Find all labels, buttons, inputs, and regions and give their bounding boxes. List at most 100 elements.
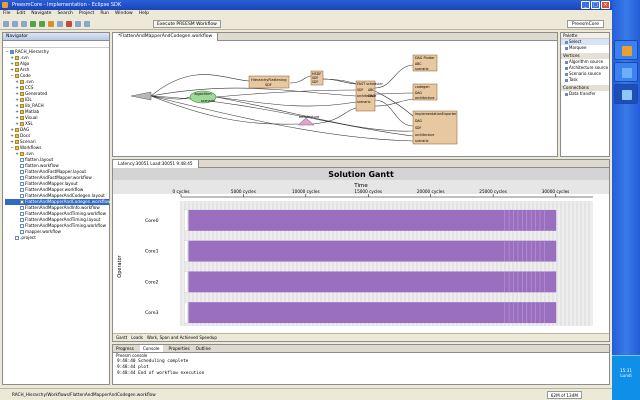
connection-icon [565, 92, 568, 96]
gantt-ylabel: Operator [117, 254, 123, 277]
debug-icon[interactable] [30, 20, 36, 27]
taskbar-button[interactable] [614, 40, 638, 60]
expand-toggle-icon[interactable]: + [15, 121, 19, 127]
new-icon[interactable] [3, 20, 9, 27]
tray-icons [612, 360, 640, 368]
folder-icon [20, 104, 24, 108]
x-tick-label: 5000 cycles [231, 189, 256, 194]
row-start-marker [184, 240, 188, 262]
stop-icon[interactable] [66, 20, 72, 27]
editor-tab[interactable]: *FlattenAndMapperAndCodegen.workflow [113, 33, 219, 41]
row-start-marker [184, 271, 188, 293]
workflow-canvas[interactable]: algorithm scenario architecture Hierarch… [113, 41, 557, 156]
palette-task[interactable]: Task [561, 77, 609, 83]
operator-label: Core2 [145, 279, 159, 285]
external-tools-icon[interactable] [48, 20, 54, 27]
menu-edit[interactable]: Edit [17, 10, 26, 18]
back-icon[interactable] [75, 20, 81, 27]
architecture-node-label: architecture [299, 115, 320, 119]
palette-view: Palette Select Marquee Vertices Algorith… [560, 32, 610, 157]
file-icon [15, 236, 19, 240]
workflow-source-node[interactable] [130, 91, 152, 101]
tab-outline[interactable]: Outline [196, 345, 211, 352]
menu-file[interactable]: File [3, 10, 11, 18]
expand-toggle-icon[interactable]: − [5, 49, 9, 55]
file-icon [20, 206, 24, 210]
menu-run[interactable]: Run [100, 10, 109, 18]
navigator-header: Navigator [3, 33, 109, 41]
fast-port-abc: ABC [368, 88, 375, 92]
x-tick-label: 0 cycles [173, 189, 190, 194]
status-path: RACH_Hierarchy/Workflows/FlattenAndMappe… [12, 392, 156, 397]
file-icon [20, 176, 24, 180]
tab-progress[interactable]: Progress [116, 345, 134, 352]
palette-data-transfer[interactable]: Data transfer [561, 91, 609, 97]
dag-plotter-port-scenario: scenario [415, 67, 429, 71]
hsdf-port-out: SDF [312, 80, 318, 84]
file-icon [20, 188, 24, 192]
maximize-button[interactable]: □ [591, 1, 600, 9]
file-icon [20, 200, 24, 204]
folder-icon [15, 68, 19, 72]
save-icon[interactable] [12, 20, 18, 27]
folder-icon [20, 80, 24, 84]
fast-scheduler-title: FAST scheduler [357, 82, 383, 86]
window-icon [622, 68, 632, 78]
minimize-button[interactable]: _ [581, 1, 590, 9]
file-icon [20, 194, 24, 198]
expand-toggle-icon[interactable]: + [15, 151, 19, 157]
implementation-exporter-title: ImplementationExporter [415, 112, 457, 116]
perspective-switcher[interactable]: PreesmCore [566, 20, 604, 28]
file-icon [20, 218, 24, 222]
forward-icon[interactable] [84, 20, 90, 27]
expand-toggle-icon[interactable]: − [10, 145, 14, 151]
menu-search[interactable]: Search [57, 10, 72, 18]
taskbar-button[interactable] [614, 84, 638, 104]
gantt-tab[interactable]: Latency:30051 Load:30051 9:48:45 [113, 160, 199, 168]
taskbar-button[interactable] [614, 62, 638, 82]
x-tick-label: 25000 cycles [479, 189, 507, 194]
eclipse-window: PreesmCore - Implementation - Eclipse SD… [0, 0, 612, 400]
architecture-source-icon [565, 66, 568, 70]
eclipse-icon [622, 46, 632, 56]
expand-toggle-icon[interactable]: − [10, 73, 14, 79]
search-icon[interactable] [57, 20, 63, 27]
run-icon[interactable] [39, 20, 45, 27]
tab-speedup[interactable]: Work, Span and Achieved Speedup [147, 334, 217, 341]
gantt-view: Latency:30051 Load:30051 9:48:45 Solutio… [112, 159, 610, 342]
navigator-view: Navigator − RACH_Hierarchy + .svn + Algo + Arch… [2, 32, 111, 385]
navigator-tree-item[interactable]: .project [5, 235, 109, 241]
folder-icon [15, 74, 19, 78]
print-icon[interactable] [21, 20, 27, 27]
tab-properties[interactable]: Properties [169, 345, 190, 352]
close-button[interactable]: × [601, 1, 610, 9]
menu-navigate[interactable]: Navigate [31, 10, 51, 18]
console-tab-bar: Progress Console Properties Outline [113, 345, 609, 353]
fast-port-scenario: scenario [357, 100, 371, 104]
tray-day: Lundi [620, 373, 632, 378]
tab-loads[interactable]: Loads [131, 334, 143, 341]
tab-console[interactable]: Console [139, 345, 163, 352]
folder-icon [15, 56, 19, 60]
palette-marquee-tool[interactable]: Marquee [561, 45, 609, 51]
palette-marquee-label: Marquee [569, 45, 587, 50]
menu-window[interactable]: Window [115, 10, 133, 18]
codegen-port-dag: DAG [415, 91, 423, 95]
navigator-title[interactable]: Navigator [6, 34, 28, 39]
menu-project[interactable]: Project [79, 10, 94, 18]
x-tick-label: 30000 cycles [542, 189, 570, 194]
folder-icon [20, 86, 24, 90]
tab-gantt[interactable]: Gantt [116, 334, 127, 341]
folder-icon [20, 92, 24, 96]
title-bar: PreesmCore - Implementation - Eclipse SD… [0, 0, 612, 10]
architecture-source-node[interactable] [297, 117, 315, 126]
operator-label: Core0 [145, 218, 159, 224]
heap-status[interactable]: 62M of 134M [546, 391, 582, 399]
gantt-bottom-tabs: Gantt Loads Work, Span and Achieved Spee… [113, 333, 609, 341]
folder-icon [20, 152, 24, 156]
gantt-tab-bar: Latency:30051 Load:30051 9:48:45 [113, 160, 609, 168]
gantt-bar [188, 209, 557, 231]
execute-workflow-button[interactable]: Execute PREESM Workflow [153, 19, 221, 28]
menu-help[interactable]: Help [139, 10, 149, 18]
windows-taskbar: 15:31 Lundi [612, 0, 640, 400]
